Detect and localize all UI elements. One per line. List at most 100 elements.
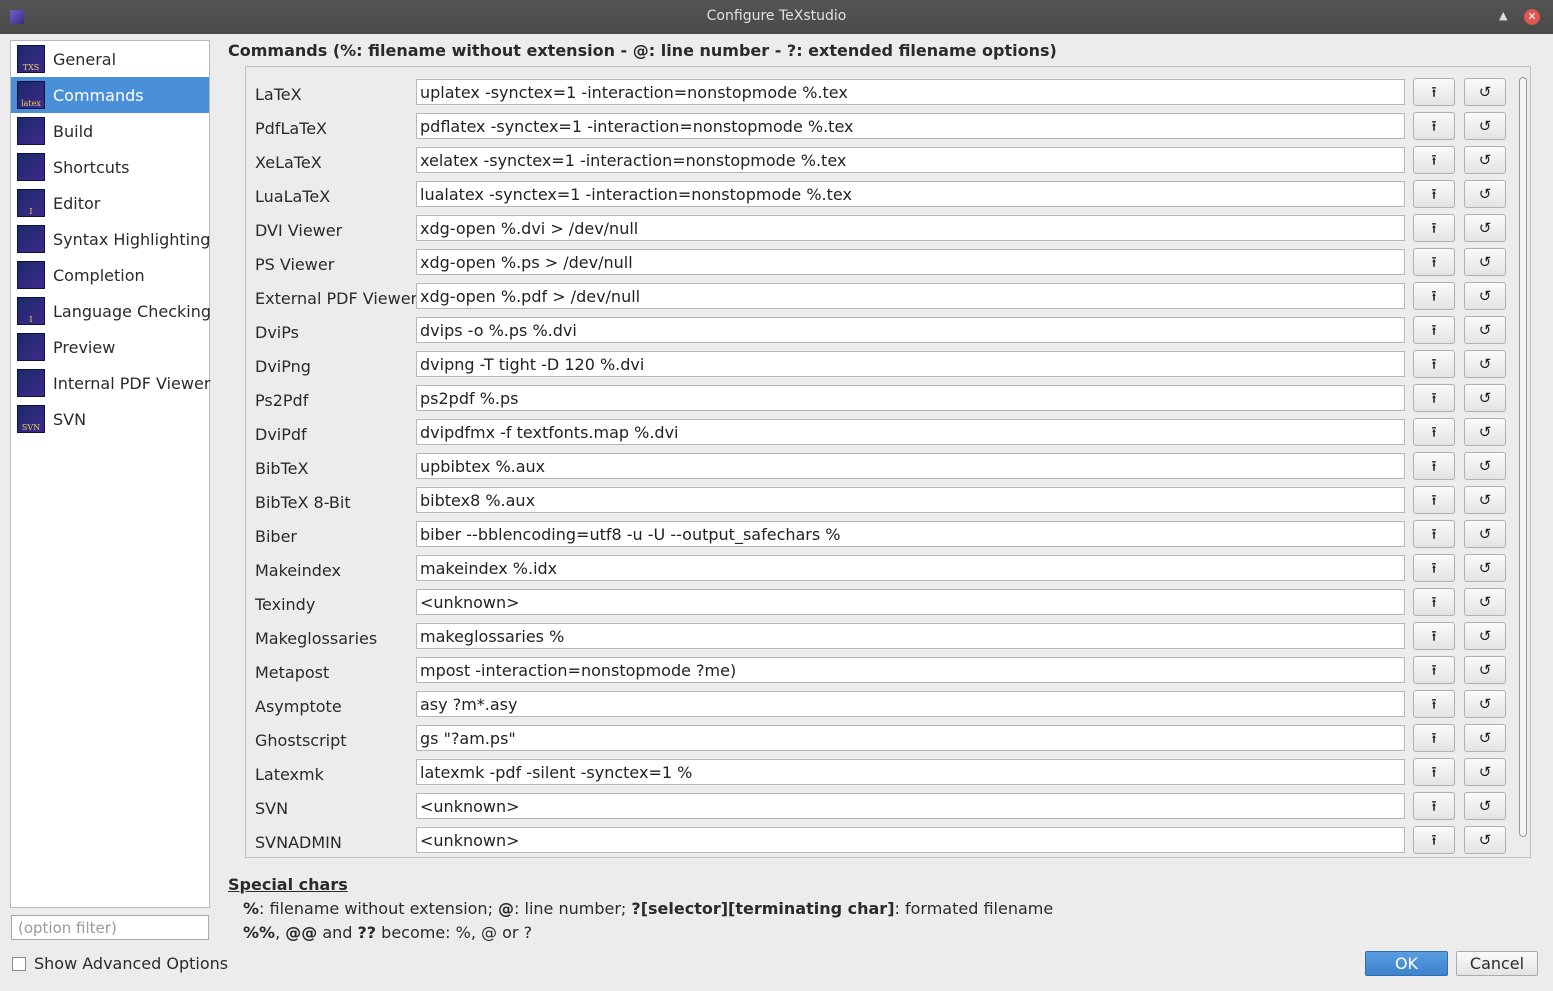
close-icon[interactable]: ✕	[1524, 9, 1540, 25]
reset-command-button[interactable]: ↺	[1464, 384, 1506, 412]
sidebar-item-preview[interactable]: Preview	[11, 329, 209, 365]
sidebar-item-completion[interactable]: Completion	[11, 257, 209, 293]
reset-command-button[interactable]: ↺	[1464, 486, 1506, 514]
sidebar-item-build[interactable]: Build	[11, 113, 209, 149]
command-field[interactable]	[416, 555, 1405, 581]
reset-command-button[interactable]: ↺	[1464, 248, 1506, 276]
show-advanced-checkbox[interactable]	[12, 956, 26, 971]
browse-command-button[interactable]: ⭱	[1413, 146, 1455, 174]
reset-command-button[interactable]: ↺	[1464, 452, 1506, 480]
reset-command-button[interactable]: ↺	[1464, 758, 1506, 786]
show-advanced-options[interactable]: Show Advanced Options	[12, 954, 228, 973]
command-field[interactable]	[416, 79, 1405, 105]
maximize-icon[interactable]: ▲	[1499, 9, 1507, 22]
browse-command-button[interactable]: ⭱	[1413, 350, 1455, 378]
browse-command-button[interactable]: ⭱	[1413, 622, 1455, 650]
reset-command-button[interactable]: ↺	[1464, 78, 1506, 106]
upload-icon: ⭱	[1431, 218, 1437, 237]
reset-command-button[interactable]: ↺	[1464, 418, 1506, 446]
browse-command-button[interactable]: ⭱	[1413, 214, 1455, 242]
reset-command-button[interactable]: ↺	[1464, 622, 1506, 650]
command-field[interactable]	[416, 249, 1405, 275]
command-field[interactable]	[416, 657, 1405, 683]
browse-command-button[interactable]: ⭱	[1413, 418, 1455, 446]
reset-command-button[interactable]: ↺	[1464, 792, 1506, 820]
command-field[interactable]	[416, 623, 1405, 649]
browse-command-button[interactable]: ⭱	[1413, 554, 1455, 582]
sidebar-item-svn[interactable]: SVN SVN	[11, 401, 209, 437]
browse-command-button[interactable]: ⭱	[1413, 78, 1455, 106]
undo-icon: ↺	[1478, 660, 1492, 679]
command-field[interactable]	[416, 759, 1405, 785]
browse-command-button[interactable]: ⭱	[1413, 248, 1455, 276]
browse-command-button[interactable]: ⭱	[1413, 520, 1455, 548]
browse-command-button[interactable]: ⭱	[1413, 452, 1455, 480]
command-row: External PDF Viewer ⭱ ↺	[246, 282, 1514, 316]
browse-command-button[interactable]: ⭱	[1413, 656, 1455, 684]
browse-command-button[interactable]: ⭱	[1413, 724, 1455, 752]
browse-command-button[interactable]: ⭱	[1413, 792, 1455, 820]
option-filter-input[interactable]	[11, 915, 209, 940]
command-field[interactable]	[416, 453, 1405, 479]
sidebar-item-shortcuts[interactable]: Shortcuts	[11, 149, 209, 185]
reset-command-button[interactable]: ↺	[1464, 588, 1506, 616]
reset-command-button[interactable]: ↺	[1464, 724, 1506, 752]
command-label: DviPdf	[255, 425, 307, 444]
reset-command-button[interactable]: ↺	[1464, 146, 1506, 174]
command-label: Makeglossaries	[255, 629, 378, 648]
command-field[interactable]	[416, 487, 1405, 513]
command-field[interactable]	[416, 283, 1405, 309]
reset-command-button[interactable]: ↺	[1464, 350, 1506, 378]
command-field[interactable]	[416, 317, 1405, 343]
window-titlebar: Configure TeXstudio ▲ ✕	[0, 0, 1553, 34]
browse-command-button[interactable]: ⭱	[1413, 282, 1455, 310]
sidebar-item-internal-pdf-viewer[interactable]: Internal PDF Viewer	[11, 365, 210, 401]
browse-command-button[interactable]: ⭱	[1413, 112, 1455, 140]
browse-command-button[interactable]: ⭱	[1413, 588, 1455, 616]
sidebar-item-syntax-highlighting[interactable]: Syntax Highlighting	[11, 221, 210, 257]
command-field[interactable]	[416, 385, 1405, 411]
browse-command-button[interactable]: ⭱	[1413, 758, 1455, 786]
special-char-text: and	[317, 923, 358, 942]
command-field[interactable]	[416, 589, 1405, 615]
reset-command-button[interactable]: ↺	[1464, 690, 1506, 718]
browse-command-button[interactable]: ⭱	[1413, 180, 1455, 208]
browse-command-button[interactable]: ⭱	[1413, 826, 1455, 854]
command-field[interactable]	[416, 181, 1405, 207]
command-field[interactable]	[416, 691, 1405, 717]
undo-icon: ↺	[1478, 796, 1492, 815]
reset-command-button[interactable]: ↺	[1464, 180, 1506, 208]
command-field[interactable]	[416, 793, 1405, 819]
command-field[interactable]	[416, 351, 1405, 377]
browse-command-button[interactable]: ⭱	[1413, 384, 1455, 412]
reset-command-button[interactable]: ↺	[1464, 316, 1506, 344]
reset-command-button[interactable]: ↺	[1464, 656, 1506, 684]
command-field[interactable]	[416, 827, 1405, 853]
reset-command-button[interactable]: ↺	[1464, 112, 1506, 140]
sidebar-item-editor[interactable]: I Editor	[11, 185, 209, 221]
sidebar-item-language-checking[interactable]: I Language Checking	[11, 293, 211, 329]
browse-command-button[interactable]: ⭱	[1413, 486, 1455, 514]
command-field[interactable]	[416, 521, 1405, 547]
cancel-button[interactable]: Cancel	[1456, 951, 1538, 976]
ok-button[interactable]: OK	[1365, 951, 1448, 976]
sidebar-item-general[interactable]: TXS General	[11, 41, 209, 77]
sidebar-item-commands[interactable]: latex Commands	[11, 77, 209, 113]
command-field[interactable]	[416, 113, 1405, 139]
commands-scrollbar[interactable]	[1517, 73, 1529, 853]
command-field[interactable]	[416, 725, 1405, 751]
browse-command-button[interactable]: ⭱	[1413, 690, 1455, 718]
browse-command-button[interactable]: ⭱	[1413, 316, 1455, 344]
reset-command-button[interactable]: ↺	[1464, 554, 1506, 582]
reset-command-button[interactable]: ↺	[1464, 520, 1506, 548]
command-field[interactable]	[416, 215, 1405, 241]
commands-panel: LaTeX⭱↺PdfLaTeX⭱↺XeLaTeX⭱↺LuaLaTeX⭱↺DVI …	[245, 66, 1531, 858]
scrollbar-thumb[interactable]	[1519, 77, 1527, 837]
pdf-viewer-icon	[17, 369, 45, 397]
reset-command-button[interactable]: ↺	[1464, 826, 1506, 854]
command-field[interactable]	[416, 147, 1405, 173]
upload-icon: ⭱	[1431, 626, 1437, 645]
reset-command-button[interactable]: ↺	[1464, 282, 1506, 310]
command-field[interactable]	[416, 419, 1405, 445]
reset-command-button[interactable]: ↺	[1464, 214, 1506, 242]
